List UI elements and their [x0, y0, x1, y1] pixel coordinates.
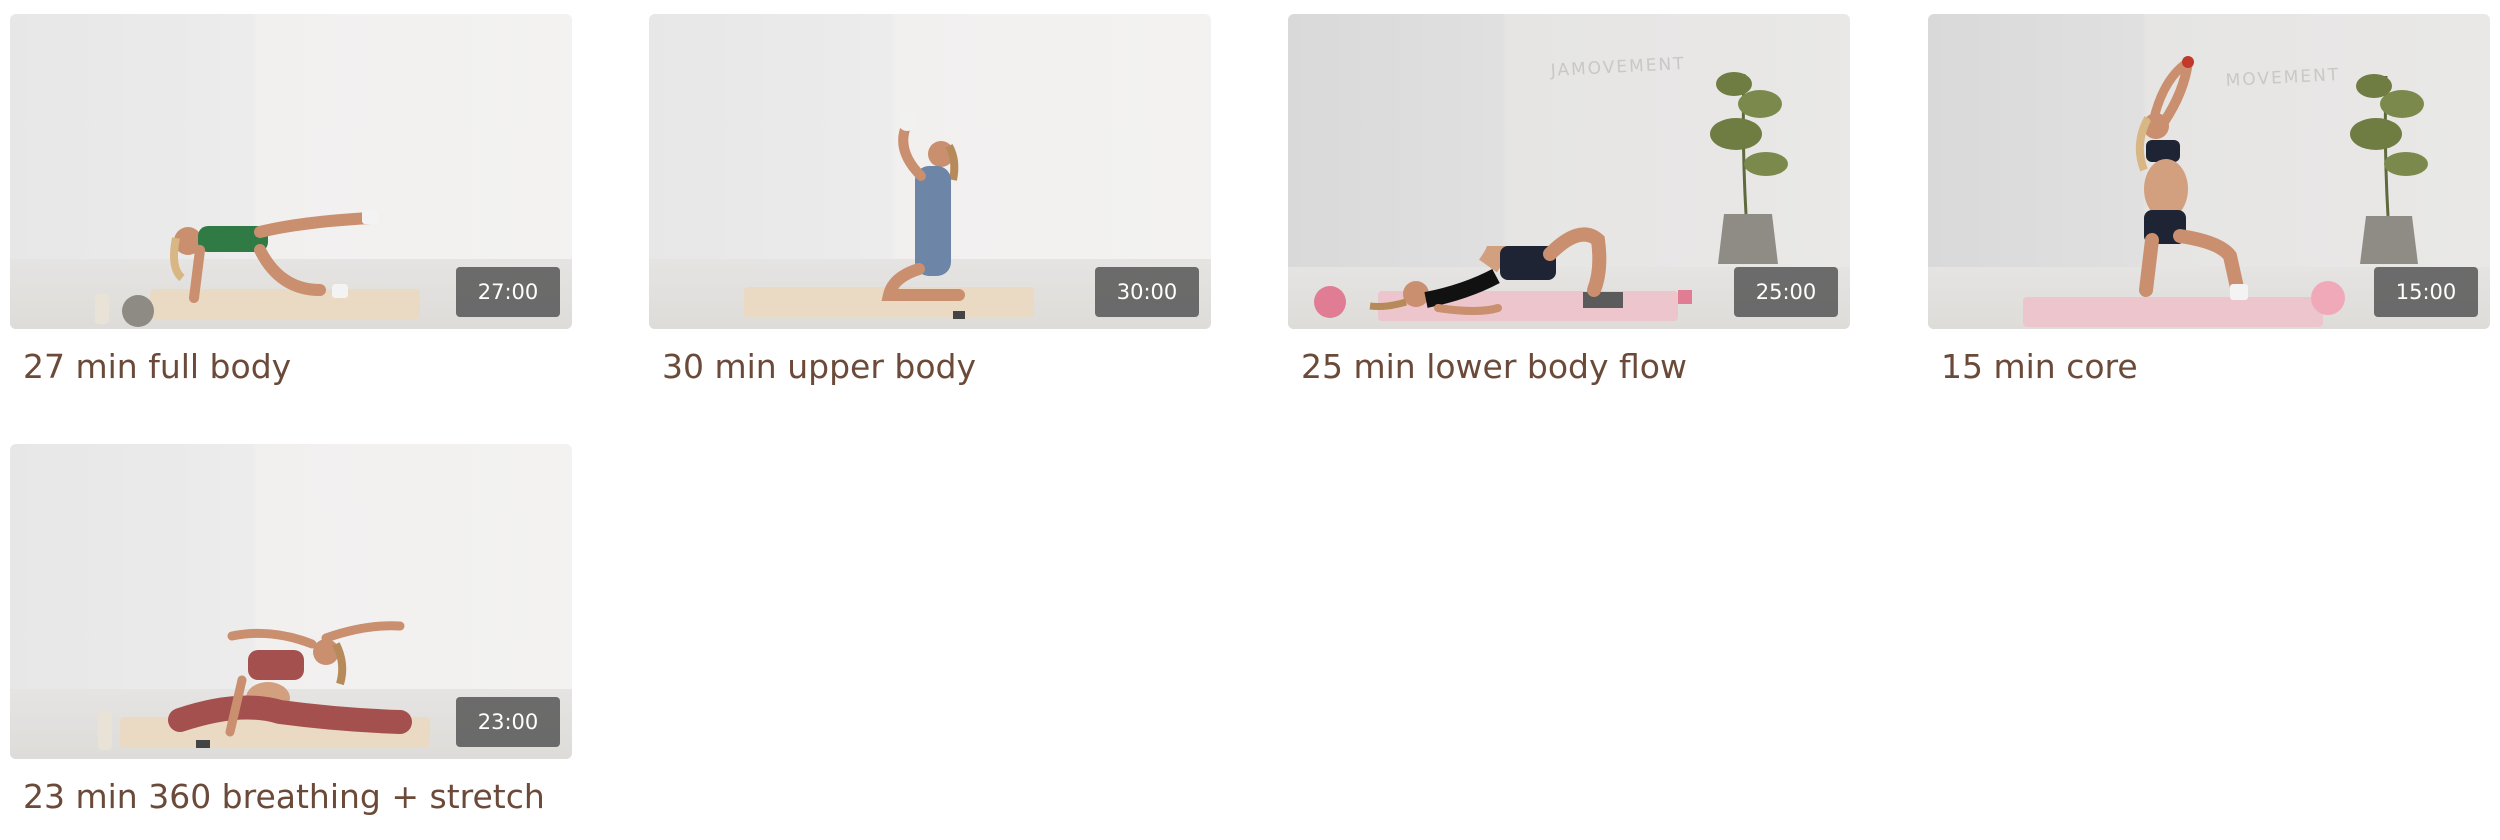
video-thumbnail[interactable]: 27:00 — [10, 14, 572, 329]
video-card[interactable]: JAMOVEMENT 25:00 25 min lower body flow — [1288, 14, 1850, 391]
video-title[interactable]: 23 min 360 breathing + stretch — [23, 773, 572, 821]
video-thumbnail[interactable]: 30:00 — [649, 14, 1211, 329]
video-card[interactable]: 30:00 30 min upper body — [649, 14, 1211, 391]
svg-text:JAMOVEMENT: JAMOVEMENT — [1549, 54, 1686, 81]
video-thumbnail[interactable]: MOVEMENT 15:00 — [1928, 14, 2490, 329]
duration-badge: 25:00 — [1734, 267, 1838, 317]
duration-badge: 27:00 — [456, 267, 560, 317]
duration-badge: 23:00 — [456, 697, 560, 747]
video-card[interactable]: MOVEMENT 15:00 15 min core — [1928, 14, 2490, 391]
video-title[interactable]: 15 min core — [1941, 343, 2490, 391]
video-title[interactable]: 30 min upper body — [662, 343, 1211, 391]
duration-badge: 15:00 — [2374, 267, 2478, 317]
video-card[interactable]: 27:00 27 min full body — [10, 14, 572, 391]
video-grid: 27:00 27 min full body 30:00 30 min uppe… — [0, 0, 2500, 840]
video-title[interactable]: 25 min lower body flow — [1301, 343, 1850, 391]
video-thumbnail[interactable]: JAMOVEMENT 25:00 — [1288, 14, 1850, 329]
svg-text:MOVEMENT: MOVEMENT — [2225, 65, 2341, 91]
video-title[interactable]: 27 min full body — [23, 343, 572, 391]
video-card[interactable]: 23:00 23 min 360 breathing + stretch — [10, 444, 572, 821]
video-thumbnail[interactable]: 23:00 — [10, 444, 572, 759]
duration-badge: 30:00 — [1095, 267, 1199, 317]
